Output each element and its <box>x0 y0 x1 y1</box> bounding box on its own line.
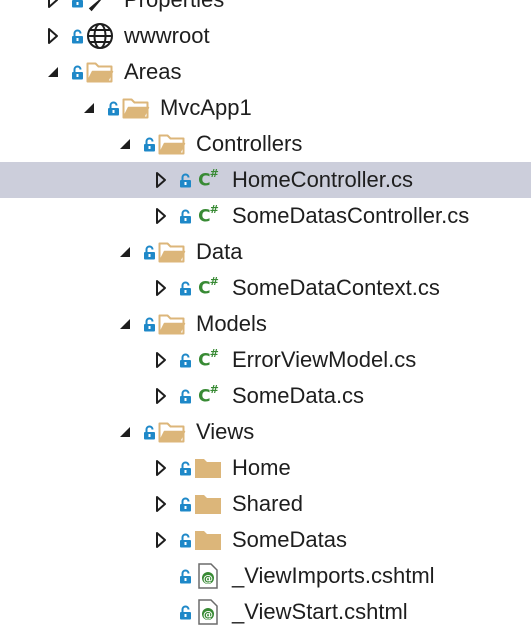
tree-item-controllers[interactable]: Controllers <box>0 126 531 162</box>
folder-open-icon <box>158 419 186 445</box>
tree-item-shared[interactable]: Shared <box>0 486 531 522</box>
tree-item-label: HomeController.cs <box>232 167 413 192</box>
source-control-lock-icon <box>178 604 192 620</box>
expand-arrow-icon[interactable] <box>152 531 170 549</box>
tree-item-label: Shared <box>232 491 303 516</box>
globe-icon <box>86 23 114 49</box>
source-control-lock-icon <box>142 244 156 260</box>
razor-file-icon: @ <box>194 563 222 589</box>
source-control-lock-icon <box>70 28 84 44</box>
expand-arrow-icon[interactable] <box>44 27 62 45</box>
tree-item-label: Areas <box>124 59 182 84</box>
tree-item-label: wwwroot <box>124 23 210 48</box>
tree-item-errorviewmodel-cs[interactable]: C# ErrorViewModel.cs <box>0 342 531 378</box>
folder-open-icon <box>122 95 150 121</box>
tree-item-label: Data <box>196 239 243 264</box>
tree-item-somedatacontext-cs[interactable]: C# SomeDataContext.cs <box>0 270 531 306</box>
tree-item-properties[interactable]: Properties <box>0 0 531 18</box>
expander-placeholder <box>152 567 170 585</box>
wrench-icon <box>86 0 114 13</box>
folder-open-icon <box>86 59 114 85</box>
csharp-file-icon: C# <box>198 347 219 371</box>
tree-item-models[interactable]: Models <box>0 306 531 342</box>
tree-item-mvcapp1[interactable]: MvcApp1 <box>0 90 531 126</box>
source-control-lock-icon <box>178 352 192 368</box>
expand-arrow-icon[interactable] <box>152 279 170 297</box>
svg-text:@: @ <box>203 610 213 621</box>
tree-item-areas[interactable]: Areas <box>0 54 531 90</box>
tree-item-label: Views <box>196 419 255 444</box>
expander-placeholder <box>152 603 170 621</box>
collapse-arrow-icon[interactable] <box>80 99 98 117</box>
expand-arrow-icon[interactable] <box>152 495 170 513</box>
expand-arrow-icon[interactable] <box>152 351 170 369</box>
tree-item-label: ErrorViewModel.cs <box>232 347 417 372</box>
tree-item-viewimports-cshtml[interactable]: @ _ViewImports.cshtml <box>0 558 531 594</box>
tree-item-home[interactable]: Home <box>0 450 531 486</box>
tree-item-views[interactable]: Views <box>0 414 531 450</box>
svg-text:@: @ <box>203 574 213 585</box>
csharp-file-icon: C# <box>198 383 219 407</box>
tree-item-label: Controllers <box>196 131 303 156</box>
source-control-lock-icon <box>142 136 156 152</box>
source-control-lock-icon <box>142 424 156 440</box>
source-control-lock-icon <box>178 568 192 584</box>
source-control-lock-icon <box>178 496 192 512</box>
expand-arrow-icon[interactable] <box>152 459 170 477</box>
expand-arrow-icon[interactable] <box>152 207 170 225</box>
tree-item-label: Home <box>232 455 291 480</box>
tree-item-label: SomeDatas <box>232 527 347 552</box>
source-control-lock-icon <box>178 388 192 404</box>
collapse-arrow-icon[interactable] <box>116 315 134 333</box>
tree-item-label: _ViewStart.cshtml <box>232 599 408 624</box>
tree-item-label: MvcApp1 <box>160 95 252 120</box>
source-control-lock-icon <box>70 0 84 8</box>
tree-item-viewstart-cshtml[interactable]: @ _ViewStart.cshtml <box>0 594 531 630</box>
source-control-lock-icon <box>178 208 192 224</box>
csharp-file-icon: C# <box>198 167 219 191</box>
source-control-lock-icon <box>106 100 120 116</box>
tree-item-label: SomeDataContext.cs <box>232 275 440 300</box>
source-control-lock-icon <box>178 532 192 548</box>
collapse-arrow-icon[interactable] <box>116 423 134 441</box>
source-control-lock-icon <box>70 64 84 80</box>
tree-item-data[interactable]: Data <box>0 234 531 270</box>
tree-item-label: Properties <box>124 0 224 13</box>
folder-icon <box>194 455 222 481</box>
expand-arrow-icon[interactable] <box>152 387 170 405</box>
folder-open-icon <box>158 131 186 157</box>
expand-arrow-icon[interactable] <box>152 171 170 189</box>
source-control-lock-icon <box>178 172 192 188</box>
collapse-arrow-icon[interactable] <box>116 135 134 153</box>
folder-open-icon <box>158 239 186 265</box>
csharp-file-icon: C# <box>198 203 219 227</box>
tree-item-somedatas[interactable]: SomeDatas <box>0 522 531 558</box>
tree-item-somedata-cs[interactable]: C# SomeData.cs <box>0 378 531 414</box>
tree-item-label: SomeData.cs <box>232 383 365 408</box>
folder-icon <box>194 527 222 553</box>
collapse-arrow-icon[interactable] <box>44 63 62 81</box>
tree-item-label: SomeDatasController.cs <box>232 203 470 228</box>
expand-arrow-icon[interactable] <box>44 0 62 9</box>
folder-open-icon <box>158 311 186 337</box>
razor-file-icon: @ <box>194 599 222 625</box>
folder-icon <box>194 491 222 517</box>
tree-item-label: _ViewImports.cshtml <box>232 563 435 588</box>
solution-explorer-tree: Properties wwwroot Areas MvcApp1 Controllers… <box>0 0 531 630</box>
collapse-arrow-icon[interactable] <box>116 243 134 261</box>
tree-item-wwwroot[interactable]: wwwroot <box>0 18 531 54</box>
tree-item-somedatascontroller-cs[interactable]: C# SomeDatasController.cs <box>0 198 531 234</box>
source-control-lock-icon <box>142 316 156 332</box>
source-control-lock-icon <box>178 280 192 296</box>
source-control-lock-icon <box>178 460 192 476</box>
tree-item-label: Models <box>196 311 267 336</box>
csharp-file-icon: C# <box>198 275 219 299</box>
tree-item-homecontroller-cs[interactable]: C# HomeController.cs <box>0 162 531 198</box>
